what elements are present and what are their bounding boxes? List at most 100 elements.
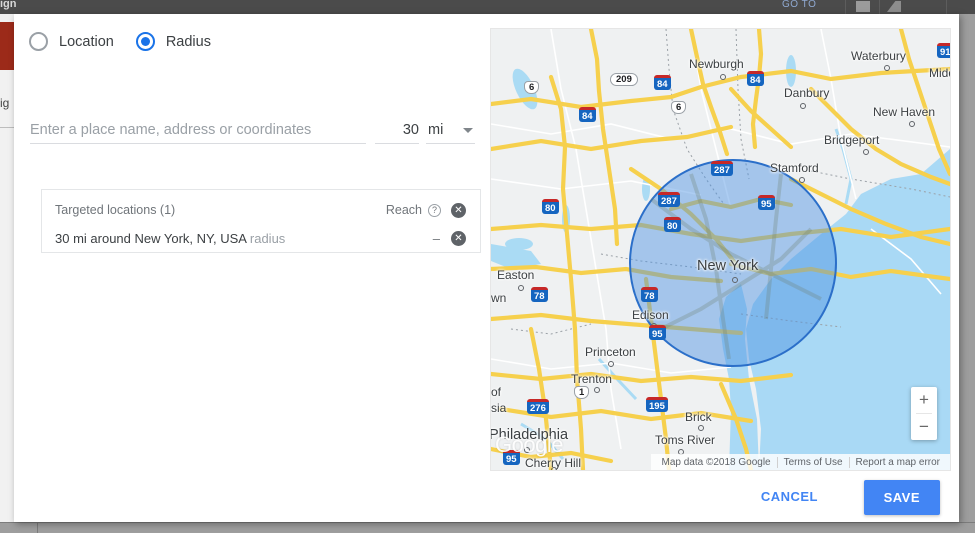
city-dot-new-york [732,277,738,283]
radius-value: 30 [402,122,419,138]
background-left-column [0,14,14,533]
background-side-text: ig [0,96,10,110]
map-label-of: of [491,385,502,399]
targeted-location-text: 30 mi around New York, NY, USA radius [55,231,285,246]
zoom-in-button[interactable]: + [911,387,937,413]
targeted-location-suffix: radius [249,230,286,246]
chevron-down-icon [463,128,473,133]
city-dot [720,74,726,80]
route-shield-78: 78 [531,287,548,302]
help-icon[interactable]: ? [428,203,441,217]
dialog-left-pane: Location Radius Enter a place name, addr… [14,14,490,469]
background-bottom-line [0,522,975,523]
city-dot [799,177,805,183]
route-shield-287: 287 [711,161,733,176]
map-label-edison: Edison [632,308,669,322]
radio-option-location[interactable]: Location [29,32,114,51]
route-shield-84: 84 [654,75,671,90]
route-shield-84: 84 [579,107,596,122]
terms-of-use-link[interactable]: Terms of Use [776,456,849,468]
radius-unit-value: mi [428,122,444,138]
map-label-princeton: Princeton [585,345,636,359]
map-label-new-haven: New Haven [873,105,936,119]
reach-column-header: Reach [385,203,422,217]
radius-unit-select[interactable]: mi [426,115,475,144]
route-shield-195: 195 [646,397,668,412]
map-canvas [491,29,950,470]
radio-circle-selected-icon [135,32,155,51]
radius-entry-row: Enter a place name, address or coordinat… [30,104,475,144]
city-dot [594,387,600,393]
map-label-easton: Easton [497,268,535,282]
route-shield-276: 276 [527,399,549,414]
map-label-town: wn [491,291,507,305]
background-topbar-word: ign [0,0,17,10]
route-shield-78: 78 [641,287,658,302]
city-dot [608,361,614,367]
map-panel[interactable]: New York Newburgh Waterbury Middle Danbu… [490,28,951,471]
route-shield-80: 80 [542,199,559,214]
route-shield-91: 91 [937,43,950,58]
city-dot [800,103,806,109]
targeted-locations-title: Targeted locations (1) [55,203,176,217]
background-topbar: ign GO TO [0,0,975,14]
map-label-trenton: Trenton [571,372,612,386]
map-label-toms-river: Toms River [655,433,716,447]
cancel-button[interactable]: CANCEL [751,480,828,513]
background-bottom-strip [0,522,975,533]
route-shield-95: 95 [758,195,775,210]
background-divider [0,127,14,128]
targeting-mode-radio-group: Location Radius [29,32,233,51]
chart-icon[interactable] [856,1,870,12]
dialog-footer: CANCEL SAVE [14,470,959,522]
city-dot [518,285,524,291]
city-dot [698,425,704,431]
map-label-bridgeport: Bridgeport [824,133,880,147]
place-search-input[interactable]: Enter a place name, address or coordinat… [30,115,366,144]
map-label-brick: Brick [685,410,712,424]
route-shield-80: 80 [664,217,681,232]
report-map-error-link[interactable]: Report a map error [848,456,946,468]
city-dot [863,149,869,155]
goto-label: GO TO [782,0,817,10]
map-label-waterbury: Waterbury [851,49,906,63]
search-icon[interactable] [887,1,901,12]
map-attribution: Map data ©2018 Google Terms of Use Repor… [651,454,950,470]
route-shield-95: 95 [649,325,666,340]
route-shield-84: 84 [747,71,764,86]
map-zoom-controls: + − [911,387,937,440]
radio-option-radius[interactable]: Radius [135,32,211,51]
topbar-separator [879,0,880,14]
targeted-locations-header: Targeted locations (1) Reach ? ✕ [42,196,480,224]
city-dot [909,121,915,127]
route-shield-209: 209 [610,73,638,86]
radius-value-input[interactable]: 30 [375,115,419,144]
targeted-locations-panel: Targeted locations (1) Reach ? ✕ 30 mi a… [41,189,481,253]
remove-location-icon[interactable]: ✕ [451,230,466,246]
map-label-danbury: Danbury [784,86,830,100]
map-data-credit: Map data ©2018 Google [661,456,771,468]
google-logo: Google [495,432,563,457]
topbar-separator [845,0,846,14]
radio-circle-icon [29,32,48,51]
background-bottom-tick [37,522,38,533]
map-label-stamford: Stamford [770,161,819,175]
save-button[interactable]: SAVE [863,480,940,515]
place-search-placeholder: Enter a place name, address or coordinat… [30,122,312,138]
table-row: 30 mi around New York, NY, USA radius – … [42,224,480,252]
reach-value: – [432,230,440,246]
route-shield-287: 287 [658,192,680,207]
city-dot [884,65,890,71]
map-label-middletown: Middle [929,66,950,80]
location-targeting-dialog: Location Radius Enter a place name, addr… [14,14,959,522]
remove-all-icon[interactable]: ✕ [451,202,466,218]
topbar-separator [946,0,947,14]
map-label-newburgh: Newburgh [689,57,744,71]
screen: ig ign GO TO Location Radius Enter a pla… [0,0,975,533]
targeted-location-name: 30 mi around New York, NY, USA [55,230,247,246]
map-label-sia: sia [491,401,507,415]
background-red-block [0,22,14,70]
radio-label-radius: Radius [165,33,211,50]
zoom-out-button[interactable]: − [911,414,937,440]
radio-label-location: Location [59,33,114,50]
